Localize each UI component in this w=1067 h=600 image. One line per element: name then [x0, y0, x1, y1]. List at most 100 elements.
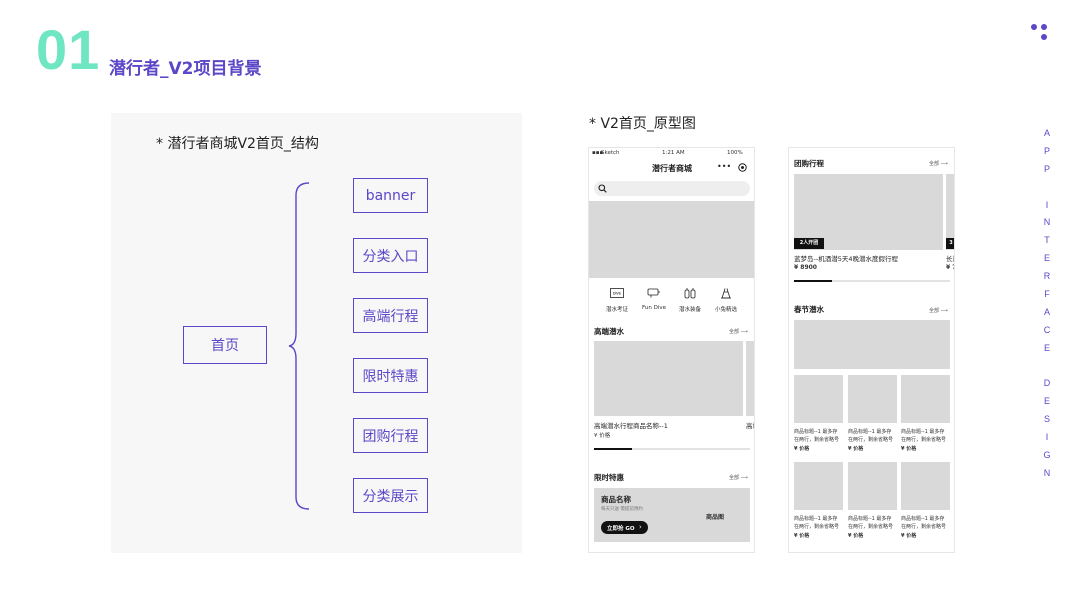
- vertical-letter: E: [1043, 396, 1050, 407]
- grid-product-title: 在两行，剩余省略号: [848, 437, 894, 443]
- grid-product-title: 在两行，剩余省略号: [794, 437, 840, 443]
- carousel-progress: [594, 448, 750, 450]
- chevron-right-icon: ›: [639, 523, 642, 531]
- root-node: 首页: [183, 326, 267, 364]
- vertical-letter: I: [1045, 199, 1049, 210]
- vertical-letter: A: [1043, 128, 1050, 138]
- vertical-letter: R: [1043, 271, 1051, 282]
- product-name: 高端潜水行程商品名称--1: [594, 422, 668, 430]
- flash-product-name: 商品名称: [601, 495, 631, 504]
- grid-product-image[interactable]: [848, 462, 897, 510]
- flash-product-sub: 每天只送 需提前预约: [601, 507, 643, 512]
- product-price: ¥ 价格: [594, 433, 611, 439]
- search-icon: [598, 184, 607, 193]
- section-number: 01: [36, 18, 101, 81]
- dive-card-icon: DIVE: [610, 288, 624, 298]
- target-icon[interactable]: [738, 163, 747, 172]
- grid-product-image[interactable]: [794, 375, 843, 423]
- grid-product-title: 在两行，剩余省略号: [901, 437, 947, 443]
- grab-now-label: 立即抢 GO: [607, 526, 635, 532]
- vertical-letter: [1042, 179, 1052, 197]
- grid-product-title: 商品标题--1 最多存: [794, 429, 838, 435]
- vertical-letter: D: [1043, 378, 1051, 389]
- vertical-letter: E: [1043, 342, 1050, 353]
- nav-title: 潜行者商城: [652, 164, 692, 173]
- vertical-letter: C: [1043, 324, 1051, 335]
- vertical-letter: S: [1043, 414, 1050, 425]
- group-badge: 3: [946, 238, 954, 249]
- vertical-letter: I: [1045, 432, 1049, 443]
- node-category-display: 分类展示: [353, 478, 428, 513]
- carousel-progress: [794, 280, 950, 282]
- banner-placeholder[interactable]: [589, 201, 754, 278]
- grid-product-title: 在两行，剩余省略号: [794, 524, 840, 530]
- section-title: 潜行者_V2项目背景: [109, 59, 262, 79]
- group-trip-price: ¥ 7: [946, 264, 954, 271]
- node-premium-trips: 高端行程: [353, 298, 428, 333]
- node-category-entry: 分类入口: [353, 238, 428, 273]
- more-menu-icon[interactable]: •••: [717, 162, 731, 171]
- vertical-letter: A: [1043, 306, 1050, 317]
- grid-product-price: ¥ 价格: [848, 446, 864, 452]
- prototype-title: * V2首页_原型图: [589, 116, 696, 132]
- section-title-spring: 春节潜水: [794, 305, 824, 314]
- status-time: 1:21 AM: [662, 150, 685, 156]
- vertical-letter: G: [1043, 450, 1051, 461]
- view-all-link[interactable]: 全部 ⟶: [729, 328, 748, 335]
- vertical-letter: P: [1043, 145, 1050, 156]
- view-all-link[interactable]: 全部 ⟶: [729, 474, 748, 481]
- phone-mockup-home: ▪▪▪ Sketch 1:21 AM 100% 潜行者商城 ••• DIVE 潜…: [588, 147, 755, 553]
- vertical-letter: T: [1044, 235, 1050, 246]
- vertical-letter: N: [1043, 217, 1051, 228]
- product-name: 高端: [746, 422, 754, 430]
- grid-product-title: 商品标题--1 最多存: [794, 516, 838, 522]
- brace-connector: [288, 182, 310, 510]
- vertical-letters: APPINTERFACEDESIGN: [1042, 125, 1052, 483]
- grid-product-image[interactable]: [794, 462, 843, 510]
- category-label[interactable]: 潜水装备: [679, 305, 701, 313]
- rabbit-pick-icon: [721, 288, 731, 299]
- grid-product-title: 在两行，剩余省略号: [848, 524, 894, 530]
- category-label[interactable]: 小兔精选: [715, 305, 737, 313]
- search-input[interactable]: [594, 181, 750, 196]
- grid-product-image[interactable]: [901, 462, 950, 510]
- section-title-flash: 限时特惠: [594, 473, 624, 482]
- grid-product-price: ¥ 价格: [848, 533, 864, 539]
- vertical-letter: N: [1043, 467, 1051, 478]
- vertical-letter: P: [1043, 163, 1050, 174]
- vertical-letter: E: [1043, 253, 1050, 264]
- node-flash-sale: 限时特惠: [353, 358, 428, 393]
- section-title-premium: 高端潜水: [594, 327, 624, 336]
- svg-text:DIVE: DIVE: [613, 292, 621, 296]
- grid-product-image[interactable]: [848, 375, 897, 423]
- dots-logo-icon: [1030, 23, 1050, 43]
- grid-product-title: 商品标题--1 最多存: [901, 516, 945, 522]
- dive-gear-icon: [684, 288, 696, 299]
- group-trip-name: 长滩: [946, 255, 954, 263]
- grid-product-price: ¥ 价格: [901, 446, 917, 452]
- vertical-letter: F: [1044, 289, 1050, 300]
- section-title-group: 团购行程: [794, 159, 824, 168]
- product-image-placeholder[interactable]: [594, 341, 743, 416]
- product-image-placeholder[interactable]: [746, 341, 754, 416]
- status-carrier: Sketch: [601, 150, 620, 156]
- grid-product-title: 商品标题--1 最多存: [848, 429, 892, 435]
- category-label[interactable]: Fun Dive: [642, 305, 666, 311]
- spring-banner-image[interactable]: [794, 320, 950, 369]
- node-group-trips: 团购行程: [353, 418, 428, 453]
- flash-product-image-label: 商品图: [706, 514, 725, 521]
- group-trip-price: ¥ 8900: [794, 264, 817, 271]
- group-trip-name: 蓝梦岛--机酒潜5天4晚潜水度假行程: [794, 255, 898, 263]
- grid-product-price: ¥ 价格: [794, 446, 810, 452]
- dive-tank-icon: [647, 288, 660, 298]
- grid-product-title: 商品标题--1 最多存: [901, 429, 945, 435]
- view-all-link[interactable]: 全部 ⟶: [929, 307, 948, 314]
- grid-product-title: 商品标题--1 最多存: [848, 516, 892, 522]
- category-label[interactable]: 潜水考证: [606, 305, 628, 313]
- vertical-letter: [1042, 358, 1052, 376]
- status-battery: 100%: [727, 150, 743, 156]
- structure-title: * 潜行者商城V2首页_结构: [156, 136, 319, 152]
- view-all-link[interactable]: 全部 ⟶: [929, 160, 948, 167]
- grid-product-image[interactable]: [901, 375, 950, 423]
- node-banner: banner: [353, 178, 428, 213]
